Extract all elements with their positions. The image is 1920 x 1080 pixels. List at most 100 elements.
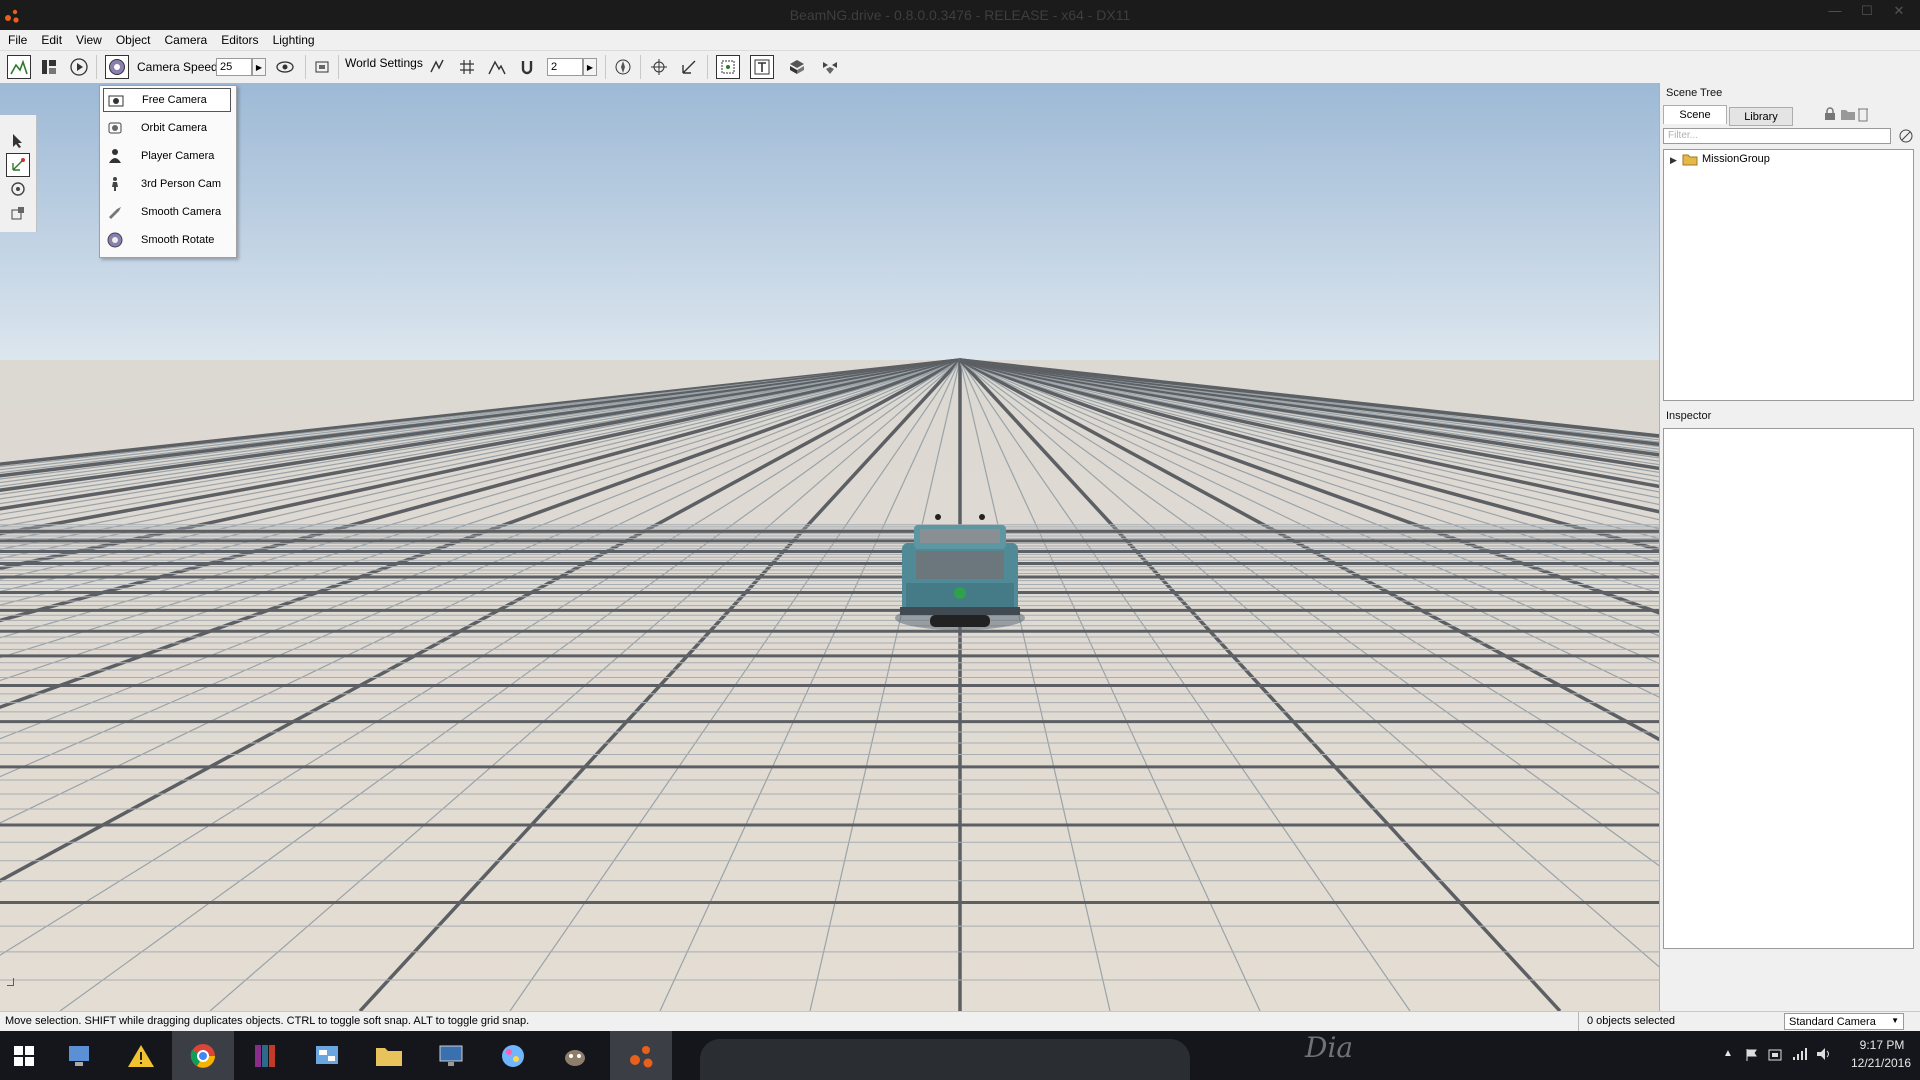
3d-viewport[interactable] [0,83,1659,1011]
menu-item-label: Orbit Camera [141,122,208,134]
control-panel-icon [316,1045,338,1064]
taskbar-app-paint[interactable] [482,1031,544,1080]
network-adapter-icon[interactable] [1768,1048,1782,1062]
bbox-icon [721,60,735,74]
menu-item-player-camera[interactable]: Player Camera [103,144,231,168]
explode-prefab-button[interactable] [818,55,842,79]
play-game-button[interactable] [67,55,91,79]
menu-view[interactable]: View [68,30,108,47]
snap-size-input[interactable]: 2 [547,58,583,76]
tab-library[interactable]: Library [1729,107,1793,126]
menu-item-orbit-camera[interactable]: Orbit Camera [103,116,231,140]
menu-editors[interactable]: Editors [213,30,264,47]
grid-snap-button[interactable] [455,55,479,79]
scene-render [0,83,1659,1011]
camera-speed-label: Camera Speed [137,60,218,74]
trash-icon[interactable] [1857,106,1869,122]
taskbar-app-warning[interactable] [110,1031,172,1080]
gui-editor-button[interactable] [37,55,61,79]
minimize-button[interactable]: — [1820,3,1850,18]
menu-item-smooth-rotate[interactable]: Smooth Rotate [103,228,231,252]
object-center-button[interactable] [647,55,671,79]
object-transform-button[interactable] [677,55,701,79]
menu-item-3rd-person-cam[interactable]: 3rd Person Cam [103,172,231,196]
start-button[interactable] [0,1031,48,1080]
menu-edit[interactable]: Edit [33,30,68,47]
move-tool-button[interactable] [6,153,30,177]
inspector-view[interactable] [1663,428,1914,949]
select-tool-button[interactable] [6,129,30,153]
menu-camera[interactable]: Camera [157,30,214,47]
camera-mode-button[interactable] [105,55,129,79]
snap-to-bounds-button[interactable] [425,55,449,79]
visibility-button[interactable] [273,55,297,79]
status-message: Move selection. SHIFT while dragging dup… [5,1015,530,1027]
fit-view-button[interactable] [310,55,334,79]
camera-speed-arrow[interactable]: ▶ [252,58,266,76]
taskbar-app-winrar[interactable] [234,1031,296,1080]
prefab-button[interactable] [785,55,809,79]
taskbar-app-explorer[interactable] [48,1031,110,1080]
side-panel: Scene Tree Scene Library Filter... ▶ Mis… [1659,83,1920,1011]
bounding-box-button[interactable] [716,55,740,79]
beamng-logo-icon [630,1045,653,1067]
archive-icon [255,1044,275,1067]
terrain-snap-button[interactable] [485,55,509,79]
close-button[interactable]: ✕ [1884,3,1914,19]
menu-item-smooth-camera[interactable]: Smooth Camera [103,200,231,224]
expand-arrow-icon[interactable]: ▶ [1670,155,1677,166]
folder-icon [376,1047,402,1066]
tab-scene[interactable]: Scene [1663,105,1727,124]
taskbar-app-remote-desktop[interactable] [420,1031,482,1080]
pickup-truck[interactable] [895,514,1025,630]
world-settings-label[interactable]: World Settings [345,56,423,70]
arrow-cursor-icon [13,134,22,148]
camera-dropdown-menu: Free Camera Orbit Camera Player Camera 3… [99,85,237,258]
maximize-button[interactable]: ☐ [1852,3,1882,19]
menu-bar: File Edit View Object Camera Editors Lighting [0,30,1920,51]
menu-item-free-camera[interactable]: Free Camera [103,88,231,112]
person-icon [112,177,118,191]
signal-icon[interactable] [1792,1047,1808,1061]
menu-lighting[interactable]: Lighting [265,30,321,47]
magnet-snap-button[interactable] [515,55,539,79]
folder-icon[interactable] [1840,107,1856,121]
scale-tool-button[interactable] [6,201,30,225]
rotate-tool-button[interactable] [6,177,30,201]
text-labels-button[interactable] [750,55,774,79]
camera-mode-select[interactable]: Standard Camera ▼ [1784,1013,1904,1030]
menu-file[interactable]: File [0,30,33,47]
menu-object[interactable]: Object [108,30,157,47]
windows-logo-icon [14,1045,34,1066]
show-hidden-icons-button[interactable]: ▲ [1723,1048,1733,1059]
clock-time[interactable]: 9:17 PM [1852,1038,1912,1052]
warning-icon [128,1044,154,1067]
camera-speed-input[interactable]: 25 [216,58,252,76]
flag-icon[interactable] [1745,1048,1759,1062]
taskbar-app-file-explorer[interactable] [358,1031,420,1080]
scene-tree-view[interactable]: ▶ MissionGroup [1663,149,1914,401]
terrain-icon [10,59,28,75]
scene-filter-input[interactable]: Filter... [1663,128,1891,144]
lock-icon[interactable] [1823,107,1837,121]
selection-mode-button[interactable] [611,55,635,79]
grid-icon [460,60,474,74]
volume-icon[interactable] [1816,1047,1832,1061]
clear-filter-icon[interactable] [1899,129,1913,143]
clock-date[interactable]: 12/21/2016 [1846,1056,1916,1070]
tool-palette [0,115,37,232]
crosshair-icon [651,59,667,75]
snap-size-arrow[interactable]: ▶ [583,58,597,76]
snap-icon [430,59,444,73]
taskbar-app-gimp[interactable] [544,1031,606,1080]
taskbar-app-beamng[interactable] [610,1031,672,1080]
eye-icon [276,61,294,73]
taskbar: Dia ▲ 9:17 PM 12/21/2016 [0,1031,1920,1080]
taskbar-app-control-panel[interactable] [296,1031,358,1080]
tree-node-missiongroup[interactable]: MissionGroup [1702,153,1770,165]
desktop-background-text: Dia [1305,1031,1354,1064]
sky [0,83,1659,360]
frame-icon [315,61,329,73]
world-editor-button[interactable] [7,55,31,79]
taskbar-app-chrome[interactable] [172,1031,234,1080]
